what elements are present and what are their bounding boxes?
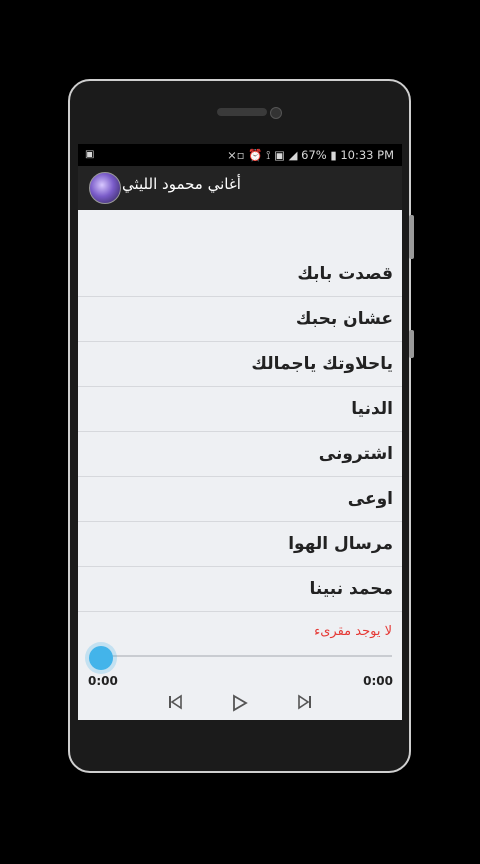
list-item[interactable]: قصدت بابك <box>78 252 402 297</box>
song-list: قصدت بابك عشان بحبك ياحلاوتك ياجمالك الد… <box>78 252 402 612</box>
skip-next-icon[interactable] <box>294 694 316 716</box>
front-camera <box>270 107 282 119</box>
list-item[interactable]: اشترونى <box>78 432 402 477</box>
volume-button <box>409 215 414 259</box>
seek-bar-thumb[interactable] <box>89 646 113 670</box>
elapsed-time: 0:00 <box>88 674 118 688</box>
navigation-bar <box>78 720 402 760</box>
no-reciter-message: لا يوجد مقرىء <box>314 624 392 639</box>
notification-icon: ▣ <box>85 149 95 160</box>
skip-previous-icon[interactable] <box>164 694 186 716</box>
avatar-icon[interactable] <box>89 172 121 204</box>
clock: 10:33 PM <box>340 148 394 162</box>
battery-percent: 67% <box>301 148 327 162</box>
app-bar: أغاني محمود الليثي <box>78 166 402 210</box>
app-screen: ▣ ⨯▫ ⏰ ⟟ ▣ ◢ 67% ▮ 10:33 PM أغاني محمود … <box>78 144 402 720</box>
total-duration: 0:00 <box>363 674 393 688</box>
seek-bar-track[interactable] <box>92 655 392 657</box>
list-item[interactable]: الدنيا <box>78 387 402 432</box>
list-item[interactable]: عشان بحبك <box>78 297 402 342</box>
status-right: ⨯▫ ⏰ ⟟ ▣ ◢ 67% ▮ 10:33 PM <box>227 144 394 166</box>
power-button <box>409 330 414 358</box>
battery-icon: ▮ <box>330 148 337 162</box>
status-icons: ⨯▫ ⏰ ⟟ ▣ ◢ <box>227 148 298 162</box>
speaker-grille <box>217 108 267 116</box>
list-item[interactable]: مرسال الهوا <box>78 522 402 567</box>
list-item[interactable]: ياحلاوتك ياجمالك <box>78 342 402 387</box>
app-title: أغاني محمود الليثي <box>122 175 241 193</box>
list-item[interactable]: اوعى <box>78 477 402 522</box>
status-bar: ▣ ⨯▫ ⏰ ⟟ ▣ ◢ 67% ▮ 10:33 PM <box>78 144 402 166</box>
play-icon[interactable] <box>228 694 250 716</box>
list-item[interactable]: محمد نبينا <box>78 567 402 612</box>
